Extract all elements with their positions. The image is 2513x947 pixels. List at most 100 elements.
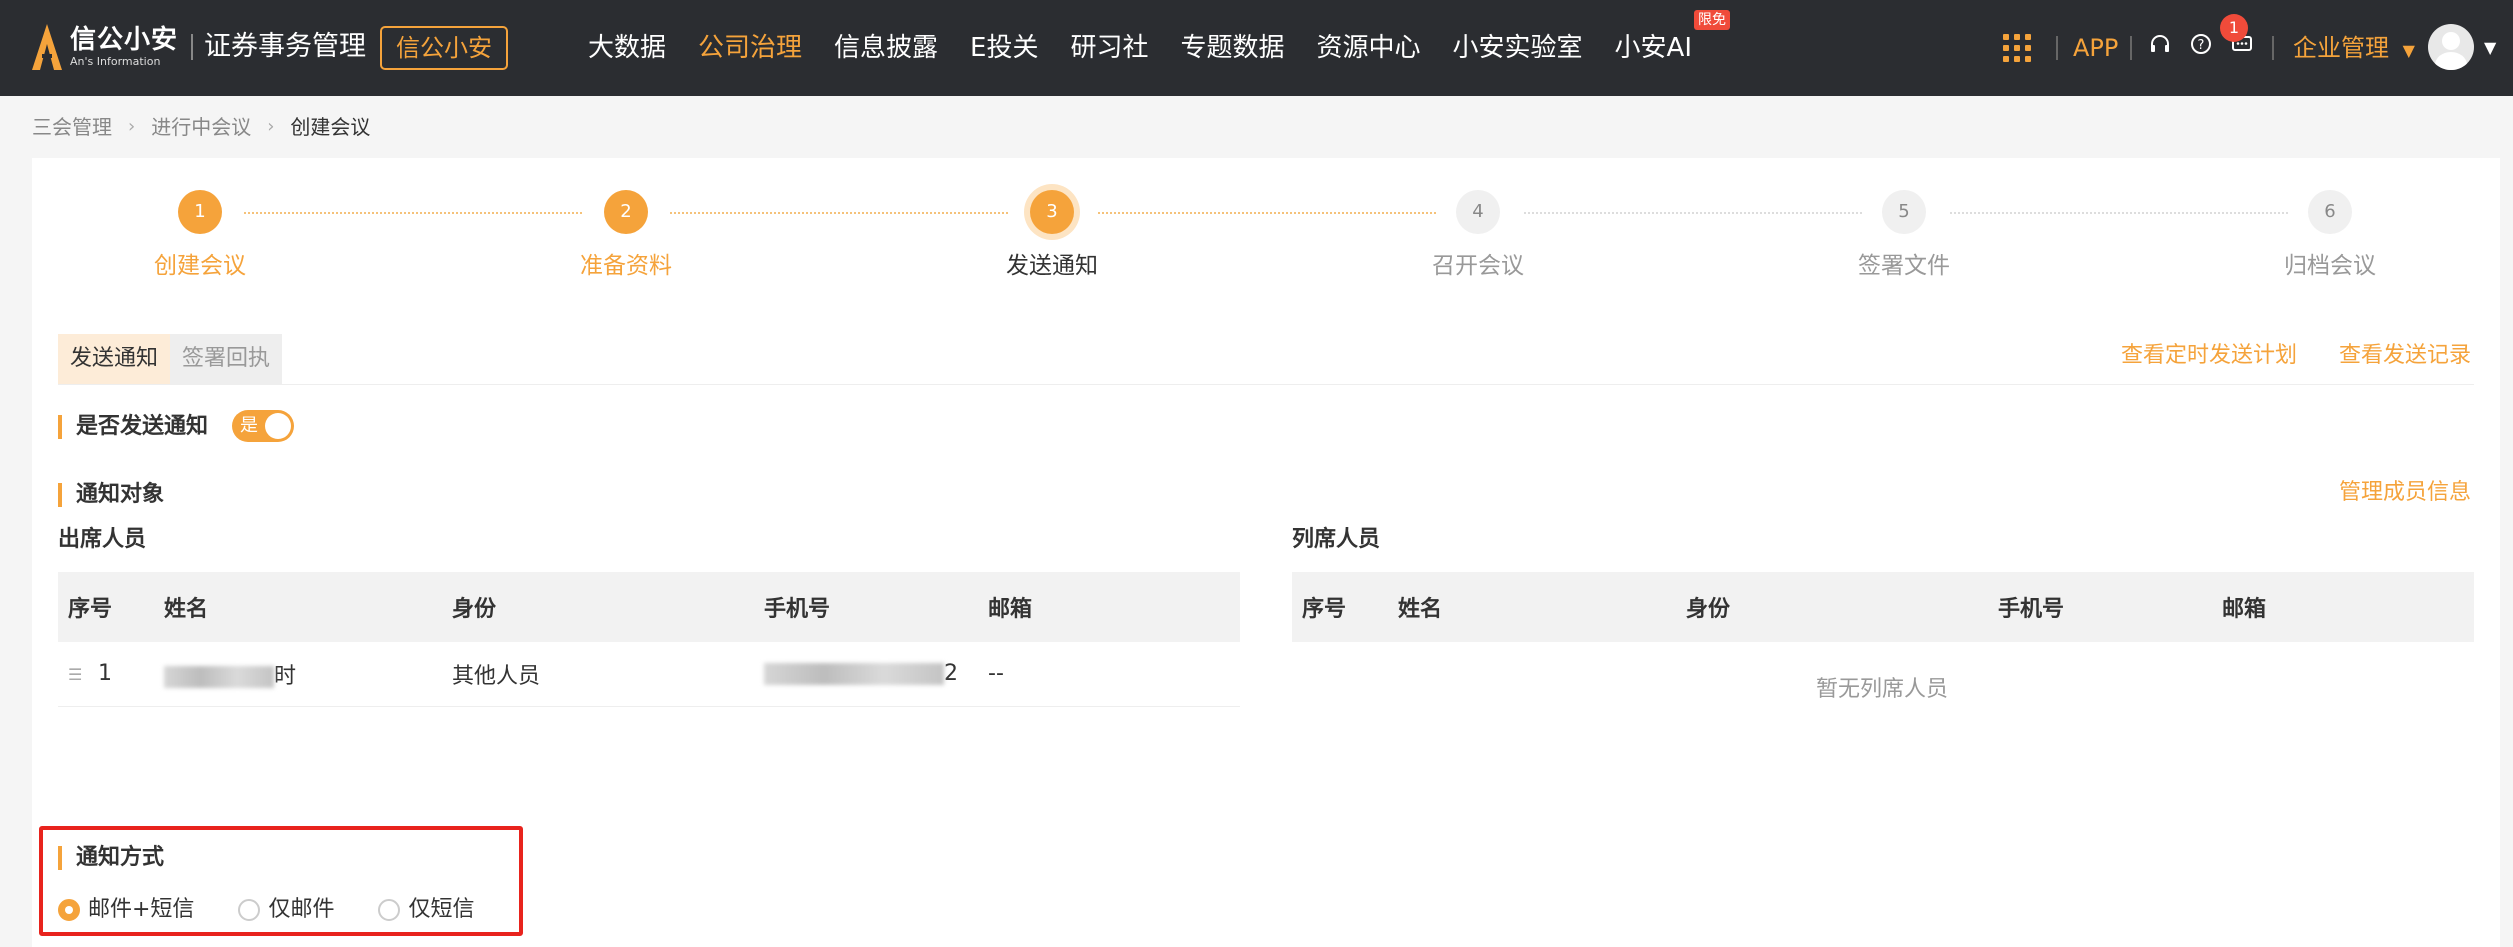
toolbar-divider xyxy=(2130,36,2132,60)
email-cell: -- xyxy=(978,642,1240,707)
chevron-right-icon: › xyxy=(267,116,275,137)
radio-email-only[interactable]: 仅邮件 xyxy=(238,894,334,926)
attendees-title: 出席人员 xyxy=(58,527,147,552)
observers-empty-text: 暂无列席人员 xyxy=(1815,677,1948,702)
breadcrumb-item-meetings[interactable]: 三会管理 xyxy=(32,112,112,142)
send-notice-toggle[interactable]: 是 xyxy=(232,410,294,442)
column-header: 姓名 xyxy=(1388,572,1676,642)
nav-item-e-investor-relations[interactable]: E投关 xyxy=(970,28,1038,68)
radio-checked-icon xyxy=(58,899,80,921)
step-label: 签署文件 xyxy=(1858,253,1950,279)
nav-item-topic-data[interactable]: 专题数据 xyxy=(1181,28,1285,68)
radio-sms-only[interactable]: 仅短信 xyxy=(378,894,474,926)
nav-item-corporate-governance[interactable]: 公司治理 xyxy=(698,28,802,68)
message-count-badge: 1 xyxy=(2220,14,2248,42)
breadcrumb-item-current: 创建会议 xyxy=(290,115,371,139)
table-header-row: 序号 姓名 身份 手机号 邮箱 xyxy=(58,572,1240,642)
column-header: 身份 xyxy=(1676,572,1988,642)
step-send-notice[interactable]: 3 发送通知 xyxy=(952,190,1152,282)
nav-item-lab[interactable]: 小安实验室 xyxy=(1453,28,1583,68)
column-header: 手机号 xyxy=(754,572,978,642)
column-header: 邮箱 xyxy=(2212,572,2474,642)
step-label: 准备资料 xyxy=(580,253,672,279)
toolbar-divider xyxy=(2056,36,2058,60)
toggle-text: 是 xyxy=(240,415,258,436)
nav-item-ai[interactable]: 小安AI 限免 xyxy=(1614,10,1731,68)
nav-item-big-data[interactable]: 大数据 xyxy=(588,28,666,68)
step-label: 发送通知 xyxy=(1006,253,1098,279)
logo-chinese-text: 信公小安 xyxy=(70,25,179,55)
logo[interactable]: 信公小安 An's Information xyxy=(30,22,178,72)
step-label: 归档会议 xyxy=(2284,253,2376,279)
chevron-down-icon[interactable]: ▼ xyxy=(2484,38,2496,57)
toolbar-divider xyxy=(2272,36,2274,60)
app-title: 证券事务管理 xyxy=(204,31,366,62)
table-header-row: 序号 姓名 身份 手机号 邮箱 xyxy=(1292,572,2474,642)
nav-item-disclosure[interactable]: 信息披露 xyxy=(834,28,938,68)
top-navigation-bar: 信公小安 An's Information 证券事务管理 信公小安 大数据 公司… xyxy=(0,0,2513,96)
identity-cell: 其他人员 xyxy=(442,642,754,707)
column-header: 序号 xyxy=(58,572,154,642)
column-header: 手机号 xyxy=(1988,572,2212,642)
apps-grid-icon[interactable] xyxy=(2003,34,2031,62)
attendees-table: 序号 姓名 身份 手机号 邮箱 ☰ 1 时 其他人员 2 -- xyxy=(58,572,1240,707)
view-send-record-link[interactable]: 查看发送记录 xyxy=(2339,340,2471,372)
avatar[interactable] xyxy=(2428,24,2474,70)
step-hold-meeting[interactable]: 4 召开会议 xyxy=(1378,190,1578,282)
free-badge: 限免 xyxy=(1694,10,1731,30)
step-label: 创建会议 xyxy=(154,253,246,279)
name-visible-part: 时 xyxy=(274,663,297,689)
step-sign-documents[interactable]: 5 签署文件 xyxy=(1804,190,2004,282)
manage-members-link[interactable]: 管理成员信息 xyxy=(2339,477,2471,509)
redacted-phone xyxy=(764,663,944,686)
view-scheduled-plan-link[interactable]: 查看定时发送计划 xyxy=(2121,340,2297,372)
phone-visible-part: 2 xyxy=(944,661,958,687)
help-icon[interactable]: ? xyxy=(2186,32,2216,62)
radio-label: 邮件+短信 xyxy=(88,897,195,922)
radio-label: 仅邮件 xyxy=(268,897,335,922)
tab-sign-receipt[interactable]: 签署回执 xyxy=(170,334,283,384)
column-header: 序号 xyxy=(1292,572,1388,642)
column-header: 邮箱 xyxy=(978,572,1240,642)
table-row[interactable]: ☰ 1 时 其他人员 2 -- xyxy=(58,642,1240,707)
notice-method-options: 邮件+短信 仅邮件 仅短信 xyxy=(58,894,518,926)
step-number: 4 xyxy=(1456,190,1500,234)
radio-unchecked-icon xyxy=(378,899,401,921)
step-number: 3 xyxy=(1030,190,1074,234)
drag-handle-icon[interactable]: ☰ xyxy=(68,665,90,684)
redacted-name xyxy=(164,665,274,688)
notice-method-title: 通知方式 xyxy=(58,842,164,874)
step-archive-meeting[interactable]: 6 归档会议 xyxy=(2230,190,2430,282)
headset-icon[interactable] xyxy=(2145,32,2175,62)
notice-tabs: 发送通知 签署回执 xyxy=(58,334,283,384)
observers-title: 列席人员 xyxy=(1292,527,1381,552)
observers-table: 序号 姓名 身份 手机号 邮箱 xyxy=(1292,572,2474,642)
step-create-meeting[interactable]: 1 创建会议 xyxy=(100,190,300,282)
nav-item-resource-center[interactable]: 资源中心 xyxy=(1317,28,1421,68)
nav-item-academy[interactable]: 研习社 xyxy=(1070,28,1148,68)
tabs-divider xyxy=(58,384,2474,385)
logo-divider xyxy=(191,34,193,60)
app-download-link[interactable]: APP xyxy=(2073,30,2118,66)
nav-item-ai-label: 小安AI xyxy=(1614,33,1693,63)
send-notice-label: 是否发送通知 xyxy=(58,411,208,443)
radio-email-and-sms[interactable]: 邮件+短信 xyxy=(58,894,194,926)
logo-english-text: An's Information xyxy=(70,55,161,68)
step-label: 召开会议 xyxy=(1432,253,1524,279)
breadcrumb-item-ongoing[interactable]: 进行中会议 xyxy=(151,112,251,142)
logo-icon xyxy=(32,24,62,70)
row-index: 1 xyxy=(98,661,112,687)
step-number: 1 xyxy=(178,190,222,234)
column-header: 身份 xyxy=(442,572,754,642)
notice-target-title: 通知对象 xyxy=(58,479,164,511)
breadcrumb: 三会管理 › 进行中会议 › 创建会议 xyxy=(32,112,370,142)
step-number: 5 xyxy=(1882,190,1926,234)
radio-label: 仅短信 xyxy=(408,897,475,922)
chevron-right-icon: › xyxy=(128,116,136,137)
brand-button[interactable]: 信公小安 xyxy=(380,26,508,70)
step-number: 6 xyxy=(2308,190,2352,234)
step-prepare-materials[interactable]: 2 准备资料 xyxy=(526,190,726,282)
radio-unchecked-icon xyxy=(238,899,261,921)
enterprise-menu[interactable]: 企业管理 ▼ xyxy=(2293,30,2415,69)
tab-send-notice[interactable]: 发送通知 xyxy=(58,334,171,384)
